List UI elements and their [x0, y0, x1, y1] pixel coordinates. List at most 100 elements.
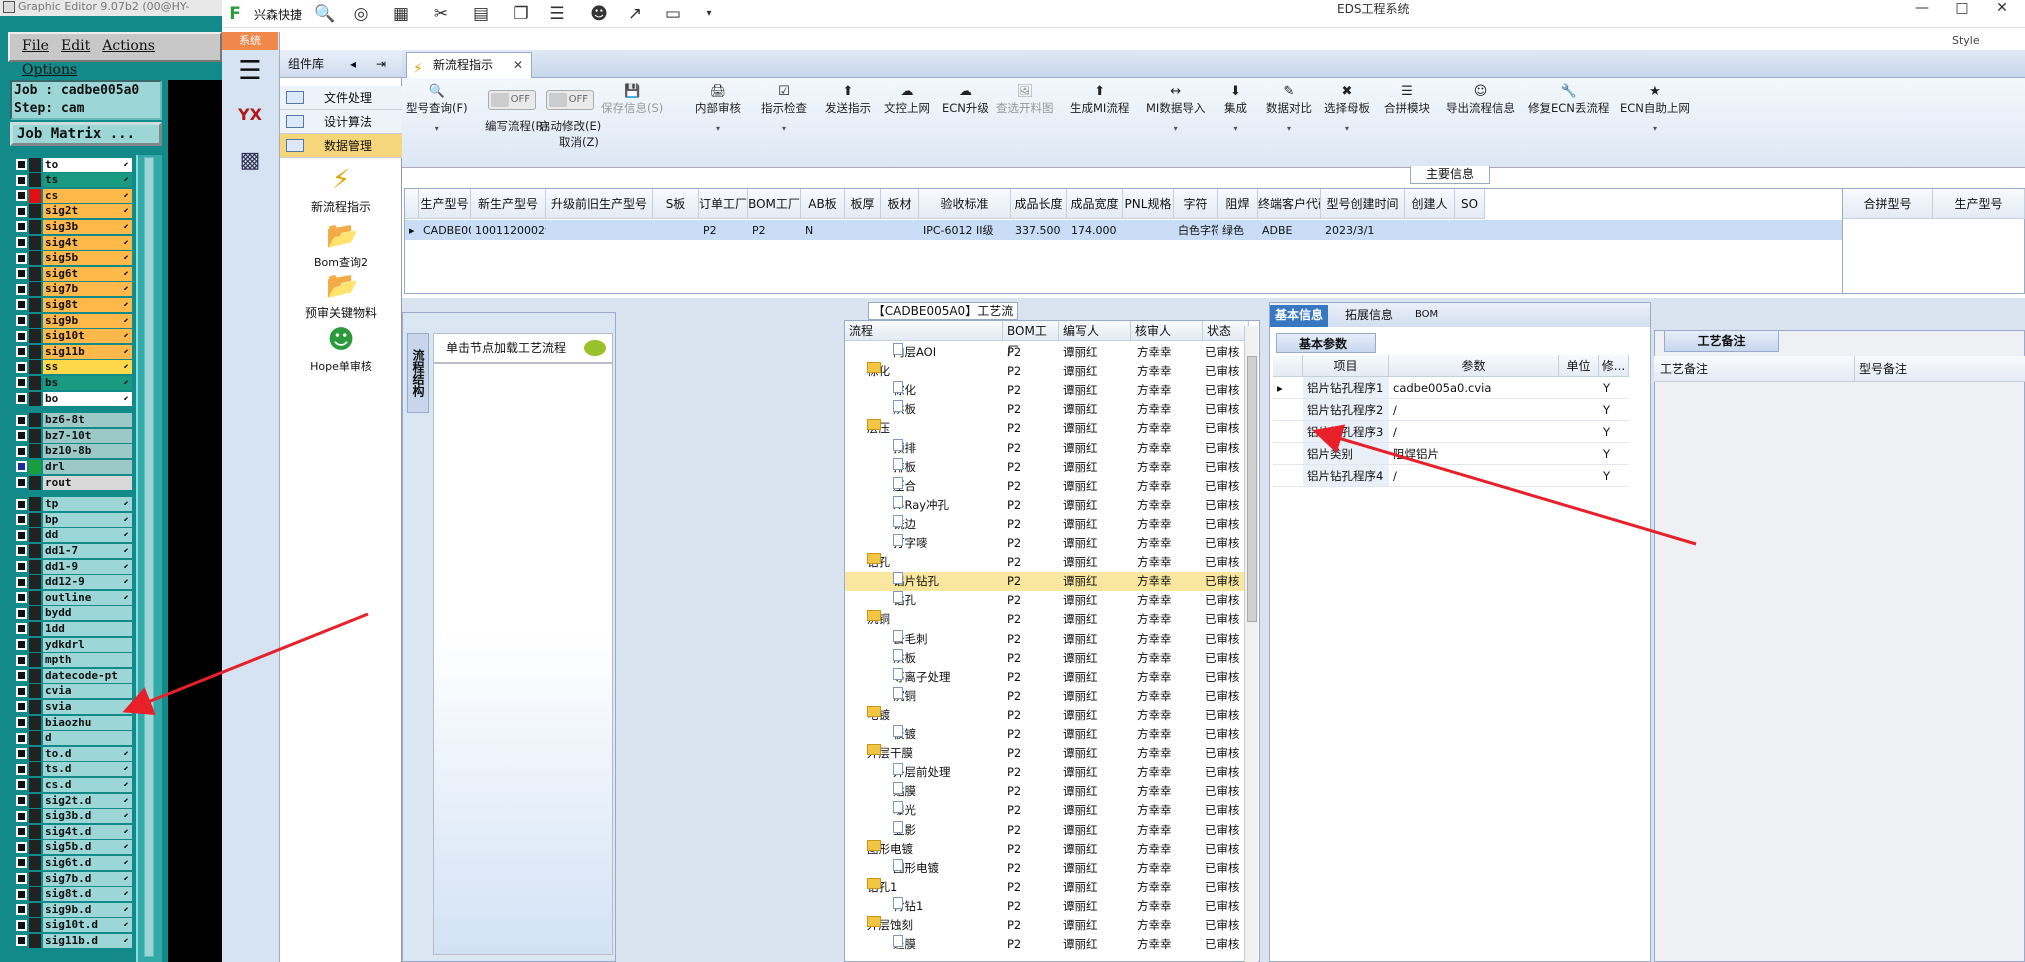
layer-row[interactable]: sig8t.d ⬋: [12, 887, 132, 902]
tree-row[interactable]: 烘板 P2 谭丽红 方幸幸 已审核: [845, 400, 1245, 419]
layer-name[interactable]: ydkdrl: [43, 637, 132, 652]
layer-row[interactable]: sig4t ⬋: [12, 235, 132, 250]
layer-color-swatch[interactable]: [29, 173, 41, 188]
layer-checkbox[interactable]: [16, 445, 27, 457]
param-row[interactable]: 铝片钻孔程序3/ Y: [1273, 421, 1647, 443]
layer-row[interactable]: ss ⬋: [12, 360, 132, 375]
layer-color-swatch[interactable]: [29, 329, 41, 344]
layer-color-swatch[interactable]: [29, 793, 41, 808]
sidebar-prereview[interactable]: 📂 预审关键物料: [280, 272, 402, 321]
layer-checkbox[interactable]: [16, 639, 27, 650]
layer-color-swatch[interactable]: [29, 475, 41, 490]
tree-row[interactable]: 棕化 P2 谭丽红 方幸幸 已审核: [845, 381, 1245, 400]
layer-checkbox[interactable]: [16, 810, 27, 822]
layer-name[interactable]: bo ⬋: [43, 391, 132, 406]
column-header[interactable]: 验收标准: [919, 189, 1011, 219]
tree-node[interactable]: 外层前处理: [893, 763, 951, 782]
layer-checkbox[interactable]: [16, 299, 27, 311]
toolbar-button[interactable]: ☁ ECN升级: [942, 84, 989, 116]
more-icon[interactable]: ▾: [698, 4, 720, 24]
flow-structure-area[interactable]: [433, 363, 613, 955]
layer-color-swatch[interactable]: [29, 282, 41, 297]
layer-color-swatch[interactable]: [29, 902, 41, 917]
layer-row[interactable]: sig10t.d ⬋: [12, 918, 132, 933]
layer-name[interactable]: bz10-8b: [43, 444, 132, 459]
sidebar-hope-review[interactable]: ☻ Hope单审核: [280, 326, 402, 374]
chart-icon[interactable]: ↗: [624, 4, 646, 24]
layer-checkbox[interactable]: [16, 748, 27, 760]
layer-name[interactable]: sig2t.d ⬋: [43, 793, 132, 808]
layer-name[interactable]: sig6t.d ⬋: [43, 855, 132, 870]
job-matrix-button[interactable]: Job Matrix ...: [10, 122, 162, 146]
layer-name[interactable]: sig7b.d ⬋: [43, 871, 132, 886]
tree-node[interactable]: X-Ray冲孔: [893, 495, 949, 515]
globe-icon[interactable]: ◎: [350, 4, 372, 24]
layer-color-swatch[interactable]: [29, 543, 41, 558]
layer-color-swatch[interactable]: [29, 575, 41, 590]
layer-name[interactable]: dd12-9 ⬋: [43, 575, 132, 590]
tree-node[interactable]: −钻孔1: [867, 877, 897, 897]
layer-row[interactable]: sig6t.d ⬋: [12, 855, 132, 870]
param-cell[interactable]: 铝片钻孔程序4: [1303, 465, 1389, 487]
layer-color-swatch[interactable]: [29, 204, 41, 219]
layer-row[interactable]: svia: [12, 699, 132, 714]
layer-row[interactable]: sig11b ⬋: [12, 344, 132, 359]
yx-logo-icon[interactable]: YX: [230, 96, 270, 136]
layer-name[interactable]: to ⬋: [43, 157, 132, 172]
column-header[interactable]: 核审人: [1131, 321, 1203, 341]
layer-name[interactable]: ts.d ⬋: [43, 762, 132, 777]
layer-color-swatch[interactable]: [29, 777, 41, 792]
tree-row[interactable]: X-Ray冲孔 P2 谭丽红 方幸幸 已审核: [845, 495, 1245, 515]
column-header[interactable]: 生产型号: [1933, 189, 2025, 219]
param-cell[interactable]: Y: [1599, 443, 1629, 465]
basic-params-tab[interactable]: 基本参数: [1276, 333, 1376, 353]
layer-row[interactable]: 1dd: [12, 621, 132, 636]
table-cell[interactable]: P2: [699, 221, 748, 241]
tree-row[interactable]: −电镀 P2 谭丽红 方幸幸 已审核: [845, 705, 1245, 725]
layer-name[interactable]: sig7b ⬋: [43, 282, 132, 297]
copy-icon[interactable]: ❐: [510, 4, 532, 24]
menu-file[interactable]: File: [22, 34, 49, 58]
layer-checkbox[interactable]: [16, 779, 27, 791]
layer-row[interactable]: to ⬋: [12, 157, 132, 172]
table-cell[interactable]: [881, 221, 919, 241]
layer-row[interactable]: sig10t ⬋: [12, 329, 132, 344]
flow-structure-tab[interactable]: 流程结构: [407, 333, 429, 413]
toolbar-button[interactable]: ☺ 导出流程信息: [1446, 84, 1515, 116]
tab-new-flow[interactable]: ⚡ 新流程指示 ✕: [406, 52, 532, 78]
tree-node[interactable]: 等离子处理: [893, 667, 951, 687]
layer-name[interactable]: cs ⬋: [43, 188, 132, 203]
layer-color-swatch[interactable]: [29, 375, 41, 390]
layer-checkbox[interactable]: [16, 174, 27, 186]
column-header[interactable]: 板厚: [845, 189, 881, 219]
column-header[interactable]: 型号备注: [1854, 356, 1907, 382]
tree-node[interactable]: 去毛刺: [893, 629, 928, 649]
layer-row[interactable]: sig2t ⬋: [12, 204, 132, 219]
layer-name[interactable]: ss ⬋: [43, 360, 132, 375]
layer-color-swatch[interactable]: [29, 313, 41, 328]
layer-checkbox[interactable]: [16, 717, 27, 728]
layer-color-swatch[interactable]: [29, 360, 41, 375]
sidebar-item-algorithm[interactable]: 设计算法: [280, 110, 402, 134]
layer-name[interactable]: rout: [43, 475, 132, 490]
column-header[interactable]: 项目: [1303, 355, 1389, 377]
layer-row[interactable]: sig5b.d ⬋: [12, 840, 132, 855]
column-header[interactable]: 终端客户代码: [1258, 189, 1321, 219]
layer-color-swatch[interactable]: [29, 428, 41, 443]
layer-checkbox[interactable]: [16, 361, 27, 373]
layer-color-swatch[interactable]: [29, 188, 41, 203]
column-header[interactable]: 创建人: [1405, 189, 1455, 219]
column-header[interactable]: PNL规格: [1123, 189, 1174, 219]
monitor-icon[interactable]: ▭: [662, 4, 684, 24]
tree-row[interactable]: −层压 P2 谭丽红 方幸幸 已审核: [845, 419, 1245, 438]
layer-row[interactable]: ydkdrl: [12, 637, 132, 652]
layer-name[interactable]: dd1-9 ⬋: [43, 559, 132, 574]
layer-color-swatch[interactable]: [29, 459, 41, 474]
layer-color-swatch[interactable]: [29, 715, 41, 730]
tree-node[interactable]: 烘板: [893, 400, 916, 419]
layer-row[interactable]: ts.d ⬋: [12, 762, 132, 777]
layer-row[interactable]: datecode-pt: [12, 668, 132, 683]
layer-checkbox[interactable]: [16, 654, 27, 666]
toolbar-button[interactable]: ☰ 合拼模块: [1384, 84, 1430, 116]
sidebar-item-file[interactable]: 文件处理: [280, 86, 402, 110]
